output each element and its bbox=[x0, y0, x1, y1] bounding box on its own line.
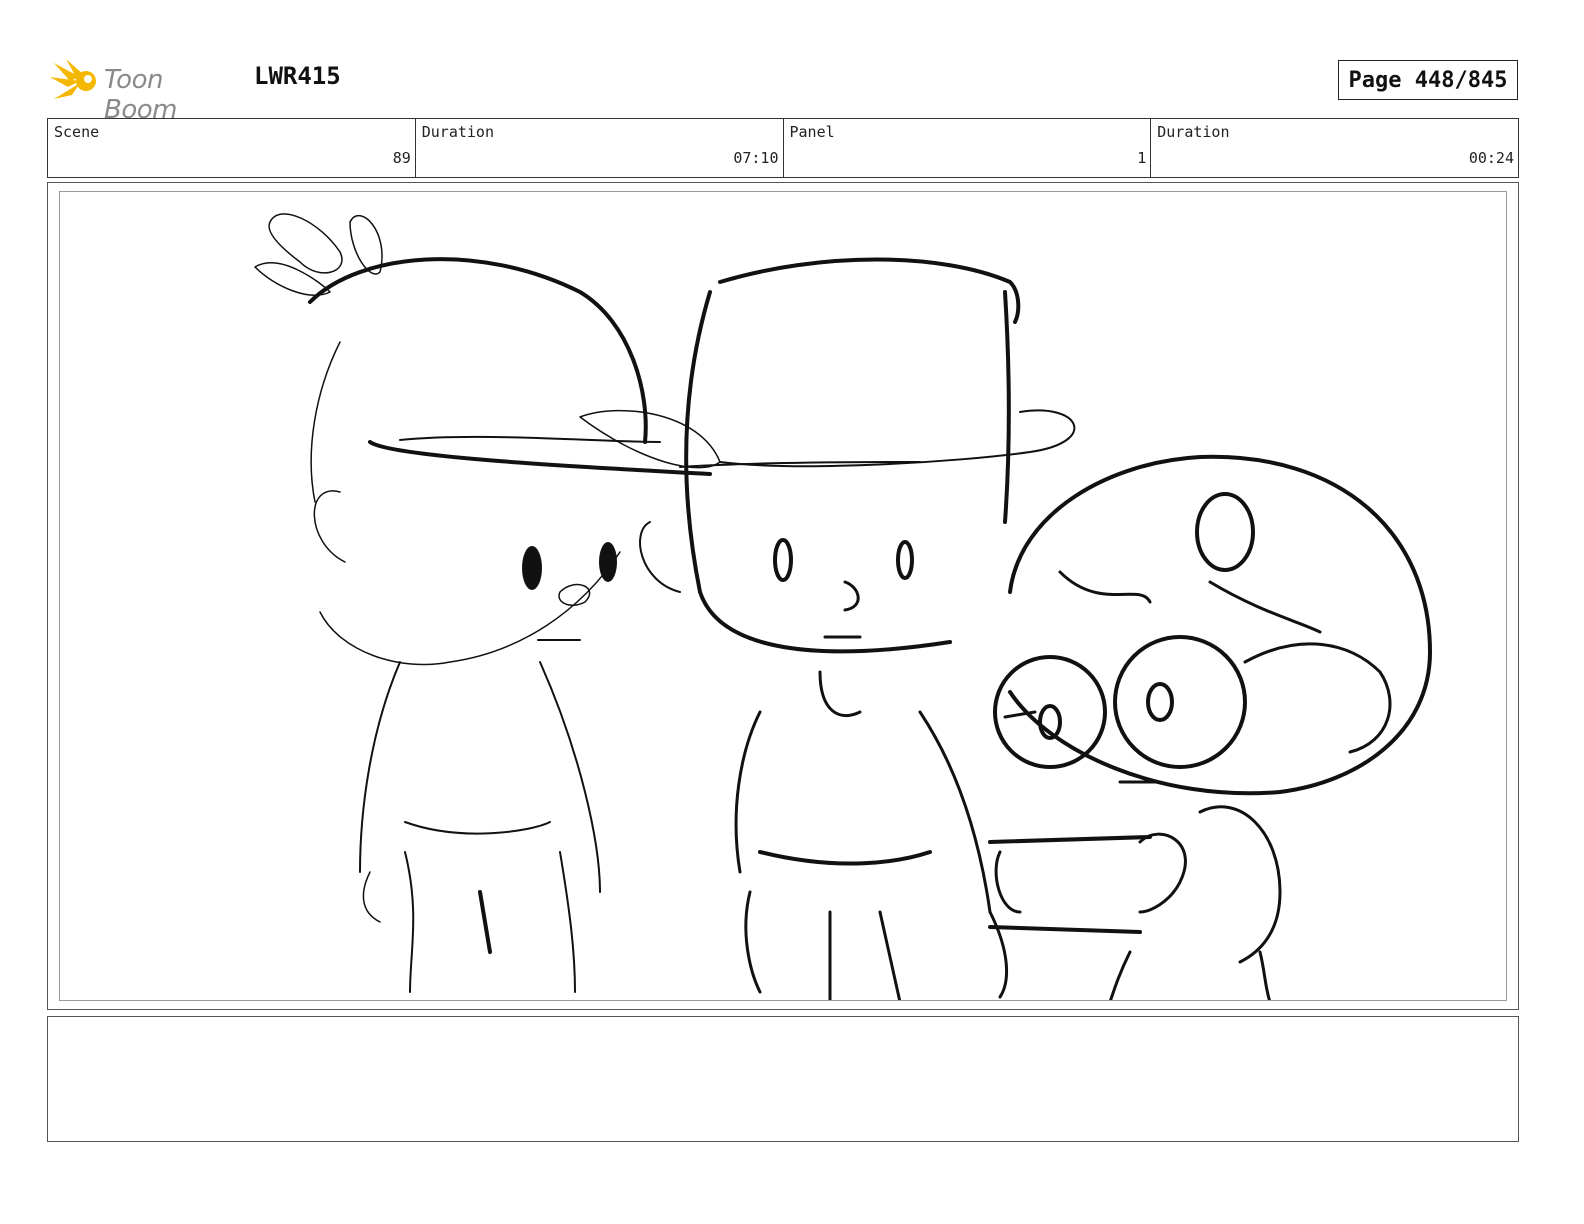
panel-value: 1 bbox=[1137, 149, 1147, 167]
panel-duration-value: 00:24 bbox=[1468, 149, 1514, 167]
page-indicator: Page 448/845 bbox=[1338, 60, 1518, 100]
scene-cell: Scene 89 bbox=[48, 119, 416, 177]
scene-value: 89 bbox=[392, 149, 411, 167]
starburst-icon bbox=[50, 59, 96, 99]
scene-duration-label: Duration bbox=[421, 123, 494, 141]
panel-image bbox=[59, 191, 1507, 1001]
notes-box bbox=[47, 1016, 1519, 1142]
scene-label: Scene bbox=[54, 123, 100, 141]
left-character bbox=[254, 213, 721, 993]
panel-cell: Panel 1 bbox=[784, 119, 1152, 177]
storyboard-sketch-image bbox=[254, 213, 1432, 1000]
info-bar: Scene 89 Duration 07:10 Panel 1 Duration… bbox=[47, 118, 1519, 178]
middle-character bbox=[639, 257, 1076, 1000]
panel-duration-label: Duration bbox=[1157, 123, 1230, 141]
logo-wordmark: Toon Boom bbox=[104, 65, 177, 125]
right-character bbox=[988, 454, 1432, 1000]
panel-duration-cell: Duration 00:24 bbox=[1151, 119, 1518, 177]
panel-label: Panel bbox=[789, 123, 835, 141]
scene-duration-value: 07:10 bbox=[733, 149, 779, 167]
scene-duration-cell: Duration 07:10 bbox=[416, 119, 784, 177]
toon-boom-logo: Toon Boom bbox=[50, 55, 240, 125]
project-id: LWR415 bbox=[254, 62, 341, 90]
panel-frame bbox=[47, 182, 1519, 1010]
